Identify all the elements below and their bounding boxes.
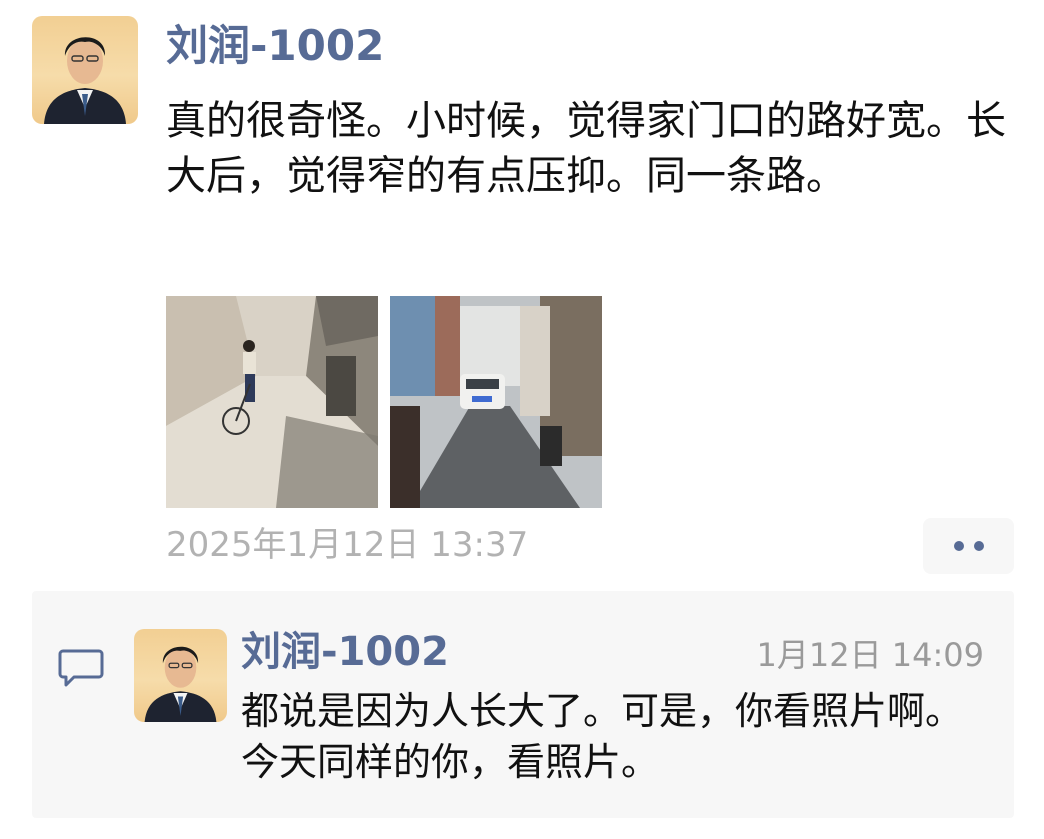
post-photo-2[interactable] — [390, 296, 602, 508]
comment-author-avatar[interactable] — [134, 629, 227, 722]
comment-author-name[interactable]: 刘润-1002 — [241, 627, 449, 677]
present-alley-image — [390, 296, 602, 508]
more-actions-button[interactable] — [923, 518, 1014, 574]
ellipsis-dot-icon — [973, 541, 984, 551]
comment-bubble-icon — [58, 647, 104, 689]
author-avatar[interactable] — [32, 16, 138, 124]
portrait-icon — [144, 646, 217, 722]
comment-section: 刘润-1002 1月12日 14:09 都说是因为人长大了。可是，你看照片啊。今… — [32, 591, 1014, 818]
post-content: 真的很奇怪。小时候，觉得家门口的路好宽。长大后，觉得窄的有点压抑。同一条路。 — [166, 98, 1006, 199]
comment-content[interactable]: 都说是因为人长大了。可是，你看照片啊。今天同样的你，看照片。 — [241, 686, 996, 788]
comment-timestamp: 1月12日 14:09 — [756, 636, 984, 674]
portrait-icon — [44, 37, 126, 124]
ellipsis-dot-icon — [953, 541, 964, 551]
post-timestamp: 2025年1月12日 13:37 — [166, 525, 529, 565]
childhood-alley-image — [166, 296, 378, 508]
post-author-name[interactable]: 刘润-1002 — [166, 18, 384, 74]
post-photo-1[interactable] — [166, 296, 378, 508]
